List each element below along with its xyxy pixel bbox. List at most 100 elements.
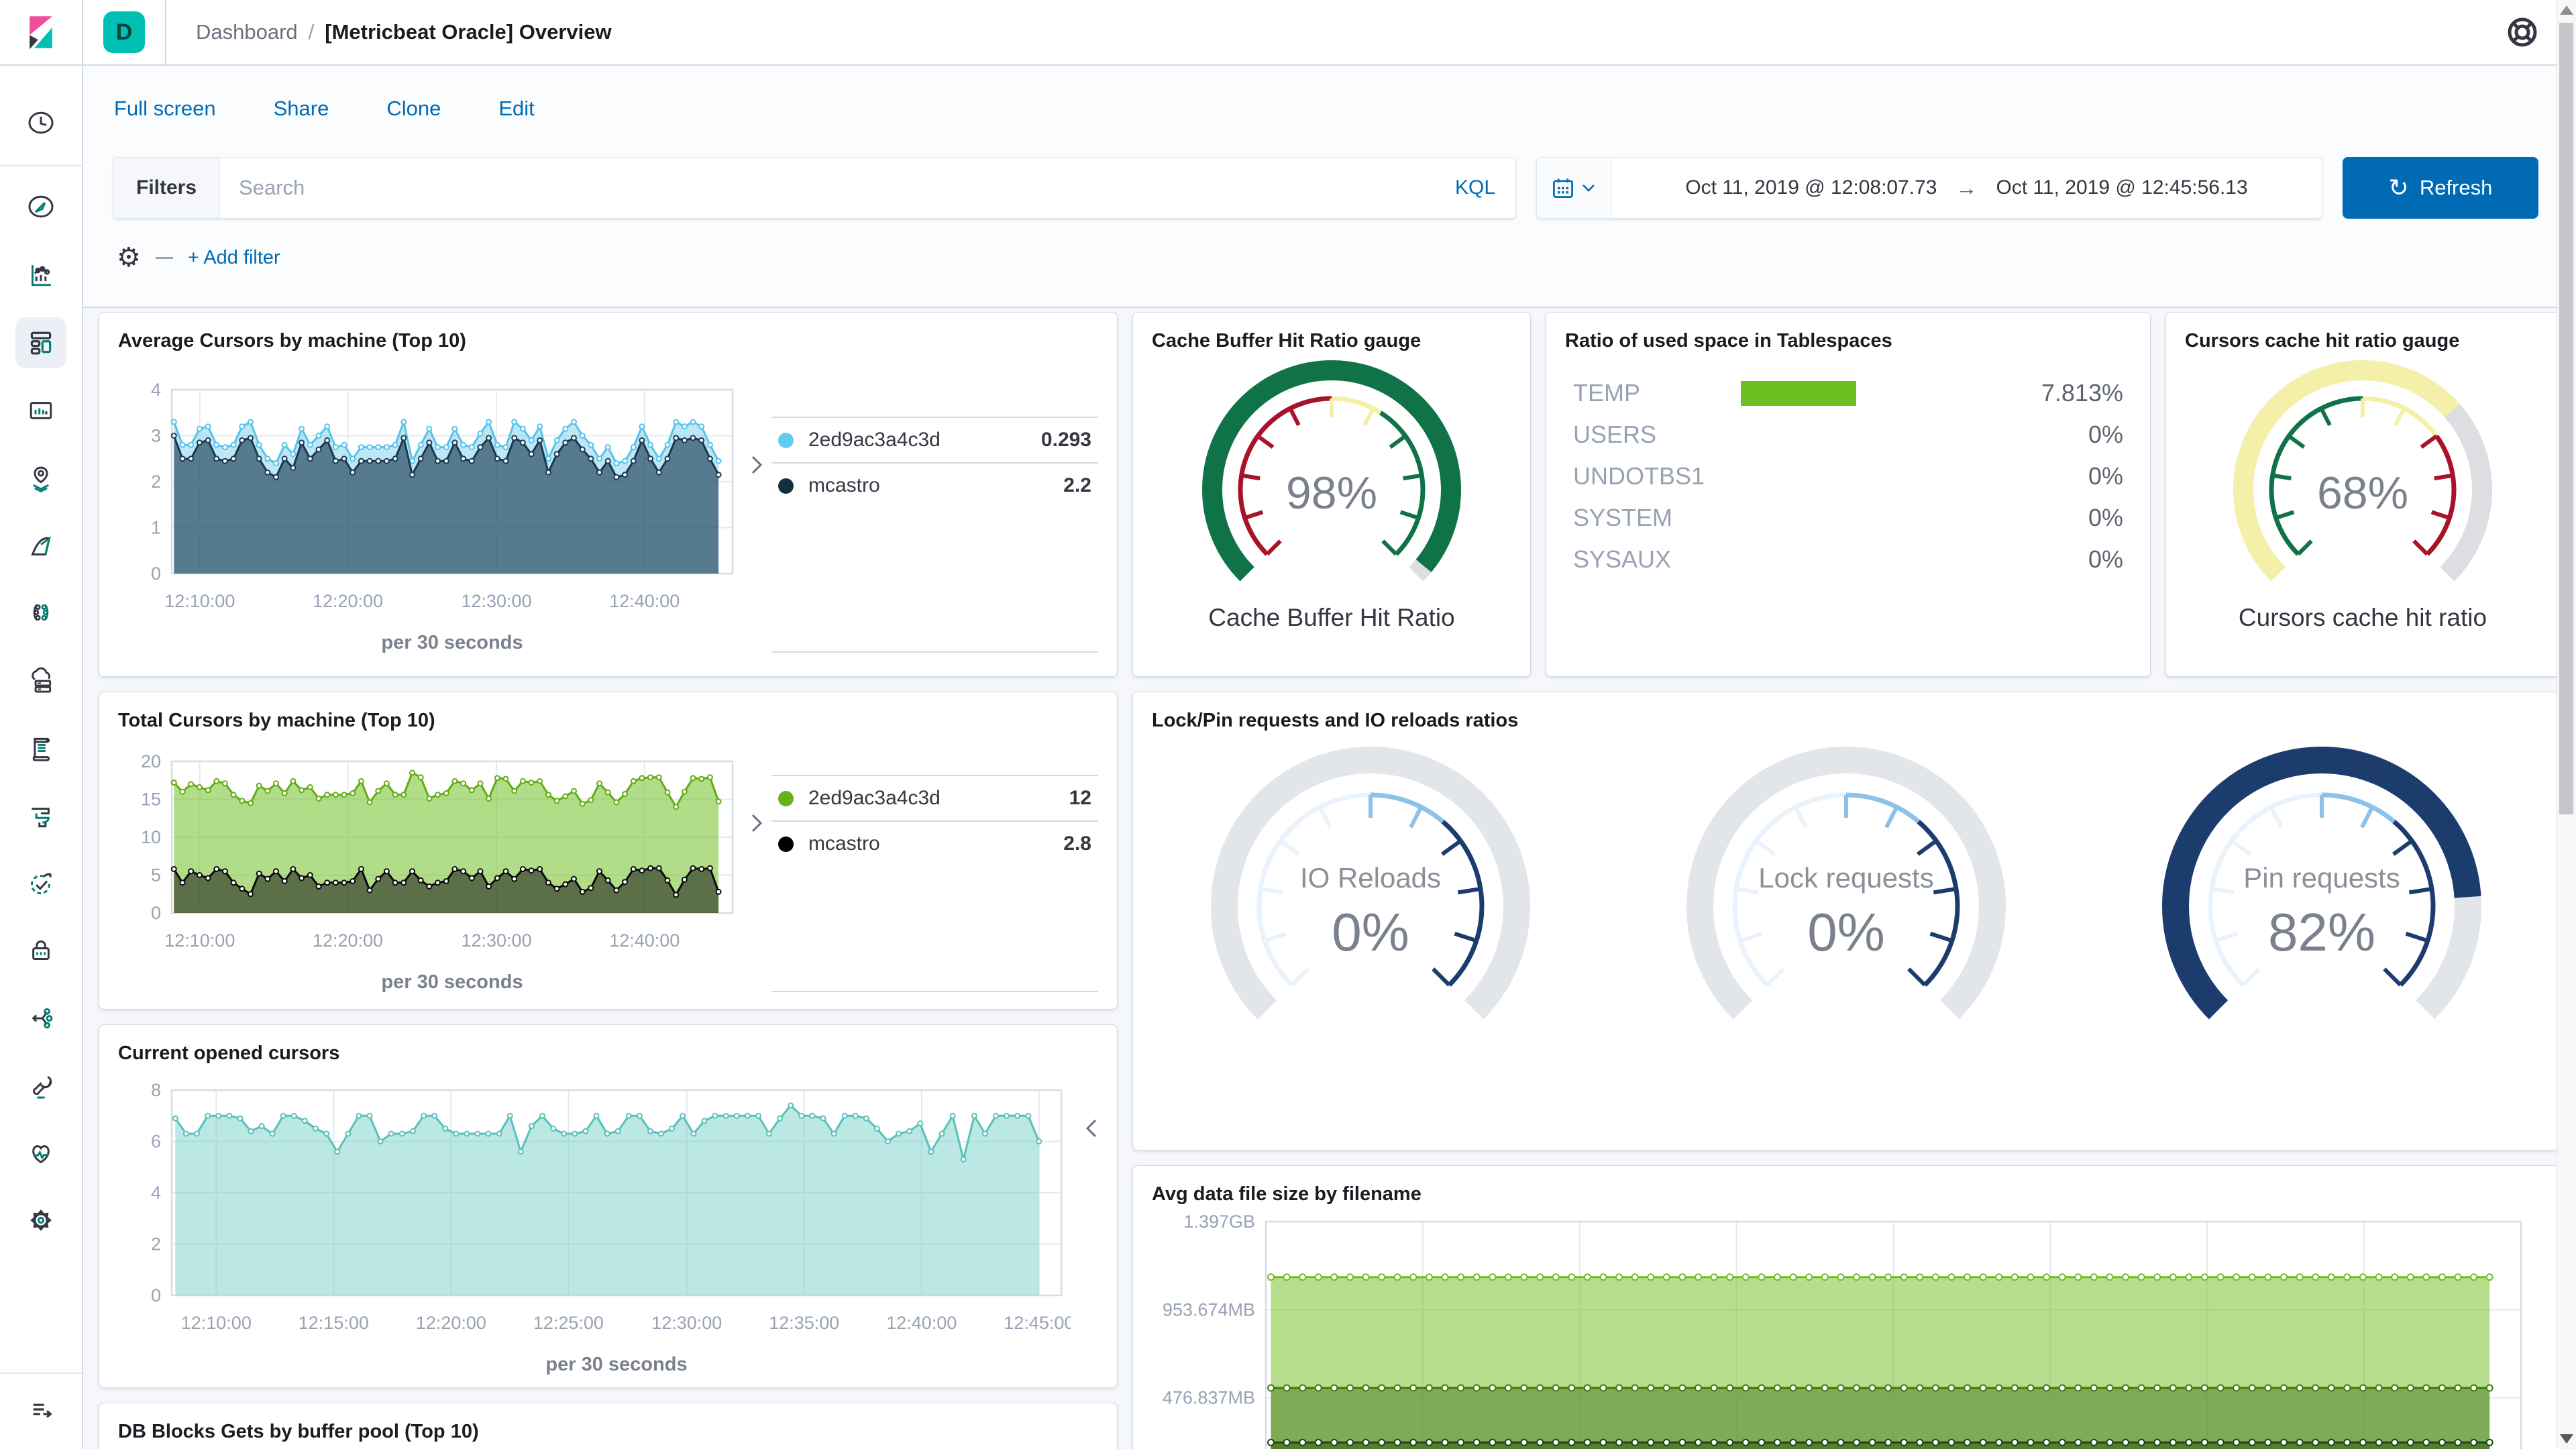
legend-collapse-chevron-icon[interactable] xyxy=(742,450,771,480)
breadcrumb: Dashboard / [Metricbeat Oracle] Overview xyxy=(196,20,612,44)
apm-icon xyxy=(32,808,50,828)
refresh-button[interactable]: ↻ Refresh xyxy=(2343,157,2538,219)
clone-link[interactable]: Clone xyxy=(386,97,441,121)
sidebar-item-code[interactable] xyxy=(21,998,61,1038)
full-screen-link[interactable]: Full screen xyxy=(114,97,216,121)
scroll-up-arrow-icon[interactable] xyxy=(2560,5,2573,15)
sidebar-item-apm[interactable] xyxy=(21,796,61,837)
page-scrollbar[interactable] xyxy=(2557,0,2576,1449)
tablespace-value: 0% xyxy=(2088,545,2123,573)
gauge-io-reloads: IO Reloads 0% xyxy=(1169,745,1572,1047)
sidebar-item-metrics[interactable] xyxy=(21,660,61,700)
tablespace-name: TEMP xyxy=(1573,379,1641,407)
scroll-down-arrow-icon[interactable] xyxy=(2560,1434,2573,1444)
legend-dot xyxy=(778,790,794,806)
sidebar-item-siem[interactable] xyxy=(21,930,61,971)
area-chart-opened-cursors: 0 2 4 6 8 12:10:00 12:15:00 12:20:00 12:25:00 12:… xyxy=(118,1079,1071,1375)
panel-total-cursors: Total Cursors by machine (Top 10) 0 5 10 15… xyxy=(99,692,1118,1010)
kibana-logo[interactable] xyxy=(0,0,83,64)
time-to[interactable]: Oct 11, 2019 @ 12:45:56.13 xyxy=(1996,176,2248,199)
legend-item[interactable]: mcastro 2.2 xyxy=(771,462,1098,508)
svg-text:12:25:00: 12:25:00 xyxy=(533,1313,604,1333)
svg-text:98%: 98% xyxy=(1286,468,1377,519)
dashboard-toolbar: Full screen Share Clone Edit Filters KQL xyxy=(82,64,2576,308)
sidebar-item-discover[interactable] xyxy=(21,186,61,227)
legend-expand-chevron-icon[interactable] xyxy=(1077,1114,1106,1143)
help-icon[interactable] xyxy=(2506,16,2538,48)
svg-text:15: 15 xyxy=(141,790,161,810)
search-bar: Filters KQL xyxy=(113,157,1516,219)
legend-item[interactable]: 2ed9ac3a4c3d 0.293 xyxy=(771,417,1098,462)
sidebar-item-monitoring[interactable] xyxy=(21,1134,61,1174)
legend-dot xyxy=(778,432,794,448)
calendar-icon xyxy=(1553,178,1573,198)
panel-title[interactable]: Total Cursors by machine (Top 10) xyxy=(99,692,1117,732)
sidebar-item-uptime[interactable] xyxy=(21,864,61,904)
panel-title[interactable]: Current opened cursors xyxy=(99,1025,1117,1065)
svg-text:per 30 seconds: per 30 seconds xyxy=(381,632,523,653)
machine-learning-icon xyxy=(31,536,51,555)
filters-button[interactable]: Filters xyxy=(113,158,221,218)
panel-avg-file-size: Avg data file size by filename 0B476.837… xyxy=(1132,1165,2560,1449)
tablespace-name: UNDOTBS1 xyxy=(1573,462,1705,490)
panel-cursors-cache-gauge: Cursors cache hit ratio gauge 68% Cursor… xyxy=(2165,312,2560,677)
svg-text:IO Reloads: IO Reloads xyxy=(1300,862,1441,894)
sidebar-collapse-button[interactable] xyxy=(21,1389,61,1430)
maps-icon xyxy=(32,466,50,492)
panel-title[interactable]: Lock/Pin requests and IO reloads ratios xyxy=(1133,692,2559,732)
sidebar-item-machine-learning[interactable] xyxy=(21,526,61,566)
refresh-icon: ↻ xyxy=(2388,174,2409,201)
sidebar-item-recently-viewed[interactable] xyxy=(21,103,61,143)
dashboard-icon xyxy=(30,331,52,355)
svg-text:12:30:00: 12:30:00 xyxy=(461,930,531,951)
legend-dot xyxy=(778,836,794,852)
panel-title[interactable]: Ratio of used space in Tablespaces xyxy=(1546,313,2150,352)
gauge-cache-buffer: 98% xyxy=(1174,352,1489,597)
panel-title[interactable]: DB Blocks Gets by buffer pool (Top 10) xyxy=(99,1403,1117,1443)
space-badge[interactable]: D xyxy=(103,11,145,53)
panel-title[interactable]: Average Cursors by machine (Top 10) xyxy=(99,313,1117,352)
kql-toggle[interactable]: KQL xyxy=(1455,158,1515,218)
dashboard-grid: Average Cursors by machine (Top 10) 0123… xyxy=(82,308,2576,1449)
legend-item[interactable]: 2ed9ac3a4c3d 12 xyxy=(771,775,1098,820)
legend-value: 2.8 xyxy=(1063,833,1091,855)
sidebar-item-canvas[interactable] xyxy=(21,390,61,431)
svg-text:Lock requests: Lock requests xyxy=(1758,862,1933,894)
add-filter-link[interactable]: + Add filter xyxy=(188,247,280,269)
table-row: TEMP 7.813% xyxy=(1573,372,2123,414)
svg-text:0%: 0% xyxy=(1332,902,1410,962)
area-chart-average-cursors: 0 1 2 3 4 12:10:00 12:20:00 12:30:00 12:40:00 per… xyxy=(118,379,742,653)
svg-text:6: 6 xyxy=(151,1132,161,1152)
breadcrumb-dashboard[interactable]: Dashboard xyxy=(196,20,298,44)
legend-item[interactable]: mcastro 2.8 xyxy=(771,820,1098,866)
sidebar-item-management[interactable] xyxy=(21,1200,61,1240)
calendar-menu-button[interactable] xyxy=(1537,158,1611,218)
sidebar-item-graph[interactable] xyxy=(21,592,61,633)
panel-lock-pin-ratios: Lock/Pin requests and IO reloads ratios … xyxy=(1132,692,2560,1150)
svg-text:12:30:00: 12:30:00 xyxy=(461,591,531,611)
dashboard-menu: Full screen Share Clone Edit xyxy=(114,97,2576,121)
svg-text:0%: 0% xyxy=(1807,902,1885,962)
svg-text:2: 2 xyxy=(151,1234,161,1254)
filter-settings-gear-icon[interactable]: ⚙ xyxy=(117,244,141,271)
tablespace-value: 7.813% xyxy=(2041,379,2123,407)
panel-average-cursors: Average Cursors by machine (Top 10) 0 1 2 3… xyxy=(99,312,1118,677)
svg-text:12:20:00: 12:20:00 xyxy=(416,1313,486,1333)
edit-link[interactable]: Edit xyxy=(498,97,534,121)
panel-title[interactable]: Avg data file size by filename xyxy=(1133,1166,2559,1205)
svg-text:2: 2 xyxy=(151,472,161,492)
sidebar-item-maps[interactable] xyxy=(21,458,61,498)
panel-title[interactable]: Cache Buffer Hit Ratio gauge xyxy=(1133,313,1530,352)
sidebar-item-dashboard[interactable] xyxy=(15,317,66,368)
scrollbar-thumb[interactable] xyxy=(2559,23,2573,814)
search-input[interactable] xyxy=(220,158,1455,218)
sidebar-item-logs[interactable] xyxy=(21,728,61,768)
page-title: [Metricbeat Oracle] Overview xyxy=(325,20,612,44)
panel-title[interactable]: Cursors cache hit ratio gauge xyxy=(2166,313,2559,352)
legend-collapse-chevron-icon[interactable] xyxy=(742,808,771,838)
sidebar-item-visualize[interactable] xyxy=(21,255,61,295)
sidebar-item-dev-tools[interactable] xyxy=(21,1066,61,1106)
share-link[interactable]: Share xyxy=(274,97,329,121)
breadcrumb-separator: / xyxy=(308,20,315,44)
time-from[interactable]: Oct 11, 2019 @ 12:08:07.73 xyxy=(1685,176,1937,199)
